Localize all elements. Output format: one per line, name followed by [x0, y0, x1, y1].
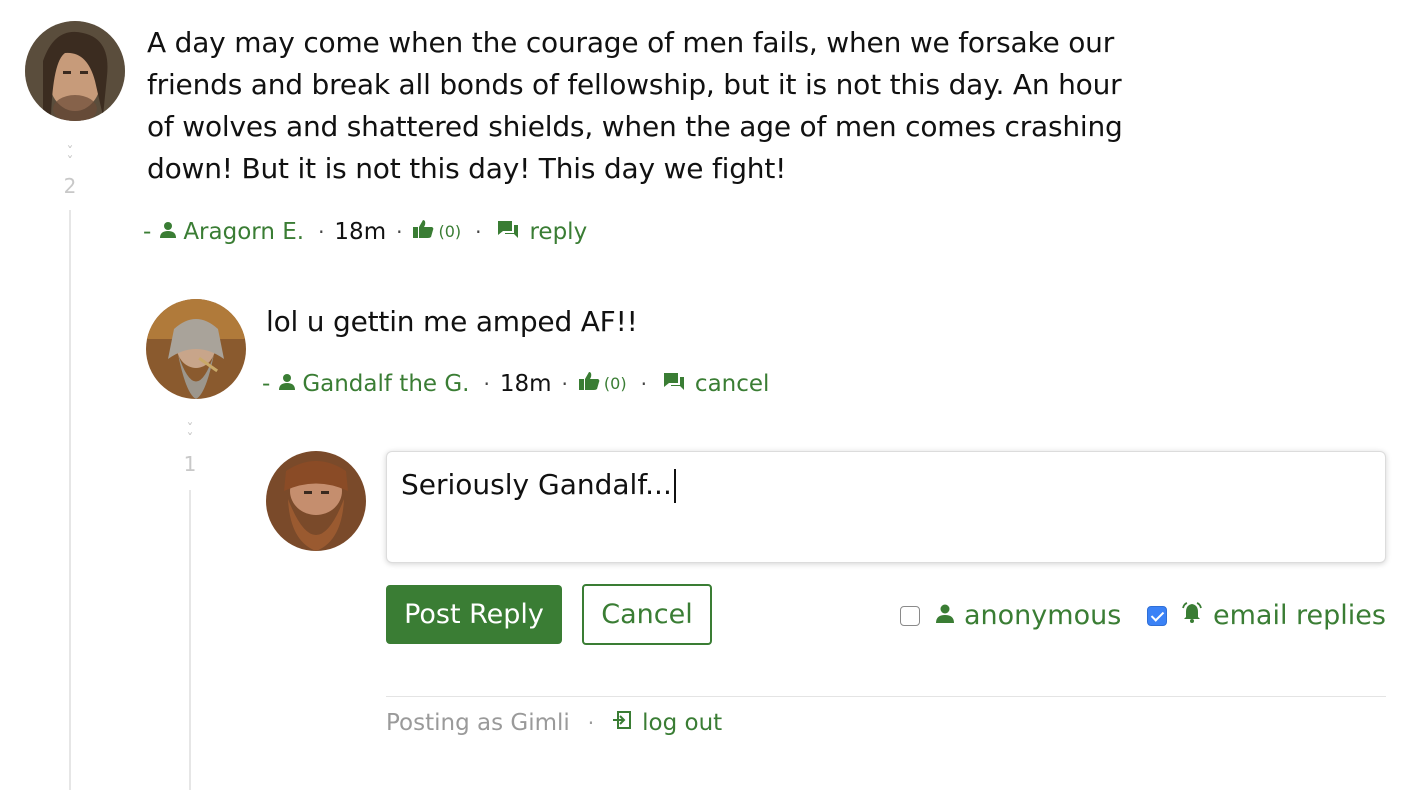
- avatar-gimli: [266, 451, 366, 551]
- comment-meta: - Aragorn E. · 18m · (0) · reply: [143, 217, 587, 247]
- chevron-up-icon[interactable]: ˇˇ: [175, 423, 205, 447]
- author-prefix: -: [262, 371, 271, 397]
- comment-meta: - Gandalf the G. · 18m · (0) · cancel: [262, 369, 769, 399]
- like-button[interactable]: (0): [412, 217, 461, 247]
- posting-as-text: Posting as Gimli: [386, 710, 570, 736]
- user-icon: [936, 600, 954, 631]
- posting-footer: Posting as Gimli · log out: [386, 710, 722, 736]
- like-count: (0): [438, 222, 462, 241]
- author-prefix: -: [143, 219, 152, 245]
- user-icon: [278, 369, 296, 399]
- reply-link[interactable]: reply: [497, 217, 587, 247]
- comment-text: lol u gettin me amped AF!!: [266, 305, 638, 338]
- anonymous-label[interactable]: anonymous: [964, 600, 1121, 631]
- comment-text: A day may come when the courage of men f…: [147, 26, 1123, 185]
- logout-label[interactable]: log out: [642, 710, 722, 736]
- bell-icon: [1181, 600, 1203, 631]
- separator: ·: [318, 220, 325, 244]
- vote-count: 2: [63, 174, 77, 198]
- author-link[interactable]: Aragorn E.: [183, 217, 304, 247]
- like-count: (0): [603, 374, 627, 393]
- separator: ·: [483, 372, 490, 396]
- reply-textarea[interactable]: Seriously Gandalf...: [386, 451, 1386, 563]
- chat-bubbles-icon[interactable]: [663, 369, 685, 399]
- email-replies-label[interactable]: email replies: [1213, 600, 1386, 631]
- cancel-button[interactable]: Cancel: [582, 584, 712, 645]
- thumbs-up-icon[interactable]: [412, 217, 434, 247]
- anonymous-checkbox[interactable]: [900, 605, 920, 626]
- logout-icon[interactable]: [612, 710, 632, 736]
- avatar-aragorn: [25, 21, 125, 121]
- separator: ·: [587, 711, 595, 735]
- anonymous-option[interactable]: anonymous: [900, 600, 1121, 631]
- thread-line: [189, 490, 191, 790]
- reply-input-value[interactable]: Seriously Gandalf...: [401, 468, 672, 501]
- text-cursor: [673, 469, 676, 503]
- email-replies-option[interactable]: email replies: [1147, 600, 1386, 631]
- separator: ·: [475, 220, 482, 244]
- vote-control[interactable]: ˇˇ: [55, 146, 85, 170]
- post-reply-button[interactable]: Post Reply: [386, 585, 562, 644]
- cancel-reply-link[interactable]: cancel: [663, 369, 770, 399]
- thread-line: [69, 210, 71, 790]
- like-button[interactable]: (0): [578, 369, 627, 399]
- separator: ·: [561, 372, 568, 396]
- chat-bubbles-icon[interactable]: [497, 217, 519, 247]
- divider: [386, 696, 1386, 697]
- email-replies-checkbox[interactable]: [1147, 605, 1167, 626]
- separator: ·: [396, 220, 403, 244]
- reply-label[interactable]: reply: [529, 217, 587, 247]
- chevron-up-icon[interactable]: ˇˇ: [55, 146, 85, 170]
- vote-control[interactable]: ˇˇ: [175, 423, 205, 447]
- author-link[interactable]: Gandalf the G.: [302, 369, 469, 399]
- separator: ·: [640, 372, 647, 396]
- timestamp: 18m: [334, 219, 387, 245]
- vote-count: 1: [183, 452, 197, 476]
- logout-link[interactable]: log out: [612, 710, 722, 736]
- avatar-gandalf: [146, 299, 246, 399]
- user-icon: [159, 217, 177, 247]
- thumbs-up-icon[interactable]: [578, 369, 600, 399]
- timestamp: 18m: [499, 371, 552, 397]
- cancel-label[interactable]: cancel: [695, 369, 770, 399]
